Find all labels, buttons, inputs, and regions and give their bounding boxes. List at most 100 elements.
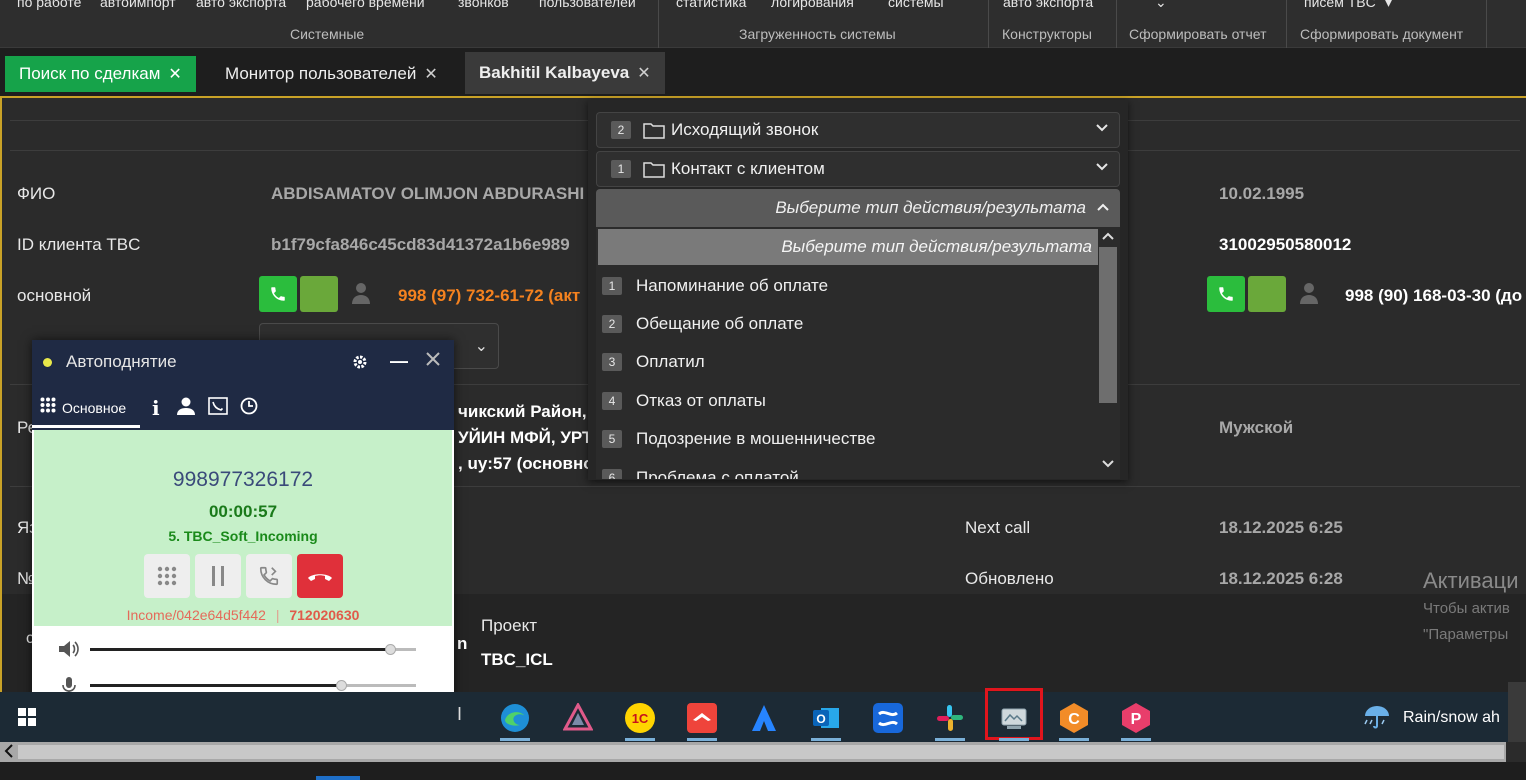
close-icon[interactable]: [426, 352, 440, 371]
project-value: TBC_ICL: [481, 650, 553, 669]
app-p-icon[interactable]: P: [1116, 698, 1156, 738]
ribbon-item[interactable]: писем TBC: [1304, 0, 1376, 10]
dialpad-icon: [40, 397, 56, 418]
call-line: 5. TBC_Soft_Incoming: [168, 528, 318, 544]
option-item[interactable]: 2 Обещание об оплате: [602, 305, 1102, 343]
call-button[interactable]: [1207, 276, 1245, 312]
chevron-down-icon[interactable]: [1101, 457, 1115, 475]
tab-label: Монитор пользователей: [225, 64, 417, 83]
option-item[interactable]: 4 Отказ от оплаты: [602, 382, 1102, 420]
chevron-down-icon[interactable]: ⌄: [1155, 0, 1167, 11]
app-triangle-icon[interactable]: [558, 698, 598, 738]
ribbon-item[interactable]: автоимпорт: [100, 0, 176, 10]
tab-label: Основное: [62, 399, 127, 416]
chevron-left-icon[interactable]: [4, 744, 14, 763]
hold-button[interactable]: [195, 554, 241, 598]
gender-value: Мужской: [1219, 418, 1294, 437]
speaker-icon[interactable]: [58, 639, 80, 664]
minimize-icon[interactable]: —: [390, 351, 408, 372]
mic-slider-handle[interactable]: [336, 680, 348, 691]
row-label: Исходящий звонок: [671, 120, 819, 139]
weather-icon[interactable]: [1362, 704, 1392, 735]
info-icon[interactable]: i: [152, 396, 160, 420]
call-income-info: Income/042e64d5f442 | 712020630: [126, 607, 360, 623]
person-icon[interactable]: [352, 282, 370, 309]
ribbon-item[interactable]: пользователей: [539, 0, 636, 10]
tab-label: Поиск по сделкам: [19, 64, 161, 83]
volume-slider-handle[interactable]: [384, 644, 396, 655]
clock-icon[interactable]: [240, 397, 258, 420]
call-history-icon[interactable]: [208, 397, 228, 420]
mic-slider-fill: [90, 684, 342, 687]
option-item[interactable]: 1 Напоминание об оплате: [602, 267, 1102, 305]
ribbon-item[interactable]: авто экспорта: [196, 0, 286, 10]
option-label: Проблема с оплатой: [636, 468, 799, 479]
call-button[interactable]: [259, 276, 297, 312]
option-item[interactable]: 5 Подозрение в мошенничестве: [602, 420, 1102, 458]
close-icon[interactable]: ✕: [168, 64, 181, 84]
svg-text:1C: 1C: [632, 711, 649, 726]
dialpad-button[interactable]: [144, 554, 190, 598]
ribbon-item[interactable]: рабочего времени: [306, 0, 425, 10]
outlook-icon[interactable]: O: [806, 698, 846, 738]
onec-icon[interactable]: 1C: [620, 698, 660, 738]
address-line: УЙИН МФЙ, УРТ: [458, 428, 593, 447]
phone-icon: [1219, 287, 1233, 301]
edge-icon[interactable]: [495, 698, 535, 738]
tab-main[interactable]: Основное: [32, 390, 140, 428]
scrollbar-thumb[interactable]: [18, 745, 1504, 759]
close-icon[interactable]: ✕: [637, 63, 650, 83]
windows-start-icon[interactable]: [18, 708, 36, 731]
svg-text:C: C: [1068, 711, 1080, 728]
action-row-outgoing-call[interactable]: 2 Исходящий звонок: [596, 112, 1120, 148]
horizontal-scrollbar[interactable]: [0, 742, 1526, 762]
action-type-select[interactable]: Выберите тип действия/результата: [596, 189, 1120, 227]
ribbon-item[interactable]: по работе: [17, 0, 81, 10]
tab-client[interactable]: Bakhitil Kalbayeva ✕: [465, 52, 665, 94]
phone-value[interactable]: 998 (97) 732-61-72 (акт: [398, 286, 580, 306]
weather-text[interactable]: Rain/snow ah: [1403, 709, 1500, 727]
ribbon-item[interactable]: авто экспорта: [1003, 0, 1093, 10]
ribbon-item[interactable]: системы: [888, 0, 944, 10]
gear-icon[interactable]: [352, 354, 368, 375]
option-item[interactable]: 3 Оплатил: [602, 343, 1102, 381]
tab-user-monitor[interactable]: Монитор пользователей ✕: [211, 56, 452, 92]
person-icon[interactable]: [1300, 282, 1318, 309]
divider: [1116, 0, 1117, 48]
phone-label: основной: [17, 286, 92, 305]
active-call-panel: 998977326172 00:00:57 5. TBC_Soft_Incomi…: [34, 430, 452, 626]
ribbon-item[interactable]: логирования: [771, 0, 854, 10]
windows-activation-text: "Параметры: [1423, 626, 1509, 643]
sms-button[interactable]: [1248, 276, 1286, 312]
sms-button[interactable]: [300, 276, 338, 312]
app-c-icon[interactable]: C: [1054, 698, 1094, 738]
scrollbar-thumb[interactable]: [1099, 247, 1117, 403]
close-icon[interactable]: ✕: [424, 64, 437, 84]
option-item-clipped[interactable]: 6 Проблема с оплатой: [602, 463, 1102, 479]
tab-deal-search[interactable]: Поиск по сделкам ✕: [5, 56, 196, 92]
row-label: Контакт с клиентом: [671, 159, 825, 178]
anydesk-icon[interactable]: [682, 698, 722, 738]
phone2-value[interactable]: 998 (90) 168-03-30 (до: [1345, 286, 1522, 306]
option-selected[interactable]: Выберите тип действия/результата: [598, 229, 1098, 265]
softphone-app-icon[interactable]: [994, 698, 1034, 738]
hangup-icon: [308, 574, 332, 581]
chevron-down-icon[interactable]: [1095, 121, 1109, 140]
chevron-up-icon[interactable]: [1096, 200, 1110, 219]
ribbon-item[interactable]: звонков: [458, 0, 509, 10]
ribbon-item[interactable]: статистика: [676, 0, 746, 10]
chevron-down-icon[interactable]: ▾: [1385, 0, 1392, 11]
chevron-up-icon[interactable]: [1101, 229, 1115, 247]
chevron-down-icon[interactable]: [1095, 160, 1109, 179]
person-icon[interactable]: [177, 397, 195, 420]
atlassian-icon[interactable]: [744, 698, 784, 738]
scrollbar[interactable]: [1098, 227, 1118, 479]
option-label: Выберите тип действия/результата: [781, 237, 1092, 256]
hangup-button[interactable]: [297, 554, 343, 598]
windows-activation-text: Чтобы актив: [1423, 600, 1510, 617]
client-id-value: b1f79cfa846c45cd83d41372a1b6e989: [271, 235, 570, 254]
action-row-client-contact[interactable]: 1 Контакт с клиентом: [596, 151, 1120, 187]
transfer-button[interactable]: [246, 554, 292, 598]
slack-icon[interactable]: [930, 698, 970, 738]
confluence-icon[interactable]: [868, 698, 908, 738]
